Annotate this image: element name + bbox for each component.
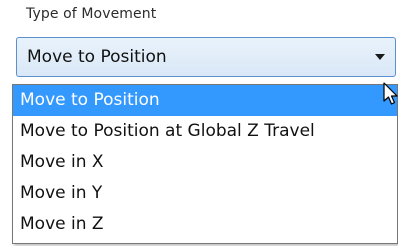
chevron-down-icon[interactable] — [375, 54, 385, 60]
movement-type-label: Type of Movement — [26, 6, 157, 22]
movement-type-selected-value: Move to Position — [27, 47, 167, 67]
option-move-to-position-global-z[interactable]: Move to Position at Global Z Travel — [13, 116, 397, 147]
movement-type-dropdown-list: Move to Position Move to Position at Glo… — [12, 84, 398, 244]
mouse-pointer-icon — [383, 82, 398, 105]
movement-type-panel: Type of Movement Move to Position Move t… — [0, 0, 398, 246]
option-move-to-position[interactable]: Move to Position — [13, 85, 397, 116]
option-move-in-z[interactable]: Move in Z — [13, 209, 397, 240]
option-move-in-y[interactable]: Move in Y — [13, 178, 397, 209]
option-move-in-x[interactable]: Move in X — [13, 147, 397, 178]
movement-type-select[interactable]: Move to Position — [16, 37, 396, 77]
